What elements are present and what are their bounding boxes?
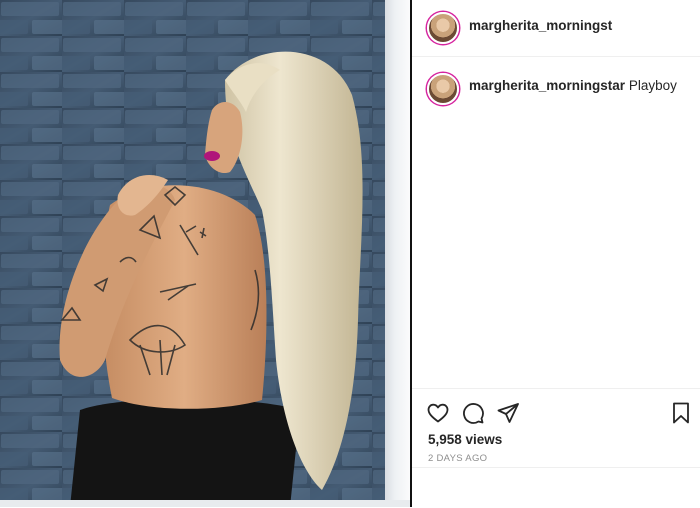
bookmark-icon[interactable] bbox=[669, 401, 693, 425]
post-timestamp[interactable]: 2 DAYS AGO bbox=[428, 453, 487, 464]
caption-username[interactable]: margherita_morningstar bbox=[469, 78, 625, 93]
post-panel: margherita_morningst margherita_mornings… bbox=[412, 0, 700, 507]
post-media[interactable] bbox=[0, 0, 410, 507]
comment-icon[interactable] bbox=[461, 401, 485, 425]
actions-divider bbox=[412, 467, 700, 468]
author-username[interactable]: margherita_morningst bbox=[469, 18, 612, 33]
view-count[interactable]: 5,958 views bbox=[428, 432, 502, 447]
post-photo[interactable] bbox=[0, 0, 385, 507]
heart-icon[interactable] bbox=[426, 401, 450, 425]
photo-frame-edge bbox=[385, 0, 410, 507]
photo-illustration bbox=[0, 0, 385, 507]
caption-text: Playboy bbox=[628, 78, 677, 93]
post-actions: 5,958 views 2 DAYS AGO bbox=[412, 388, 700, 508]
share-icon[interactable] bbox=[496, 401, 520, 425]
photo-frame-bottom bbox=[0, 500, 410, 507]
caption: margherita_morningstar Playboy bbox=[469, 78, 677, 93]
post-header: margherita_morningst bbox=[412, 0, 700, 57]
caption-avatar[interactable] bbox=[427, 73, 459, 105]
author-avatar[interactable] bbox=[427, 12, 459, 44]
